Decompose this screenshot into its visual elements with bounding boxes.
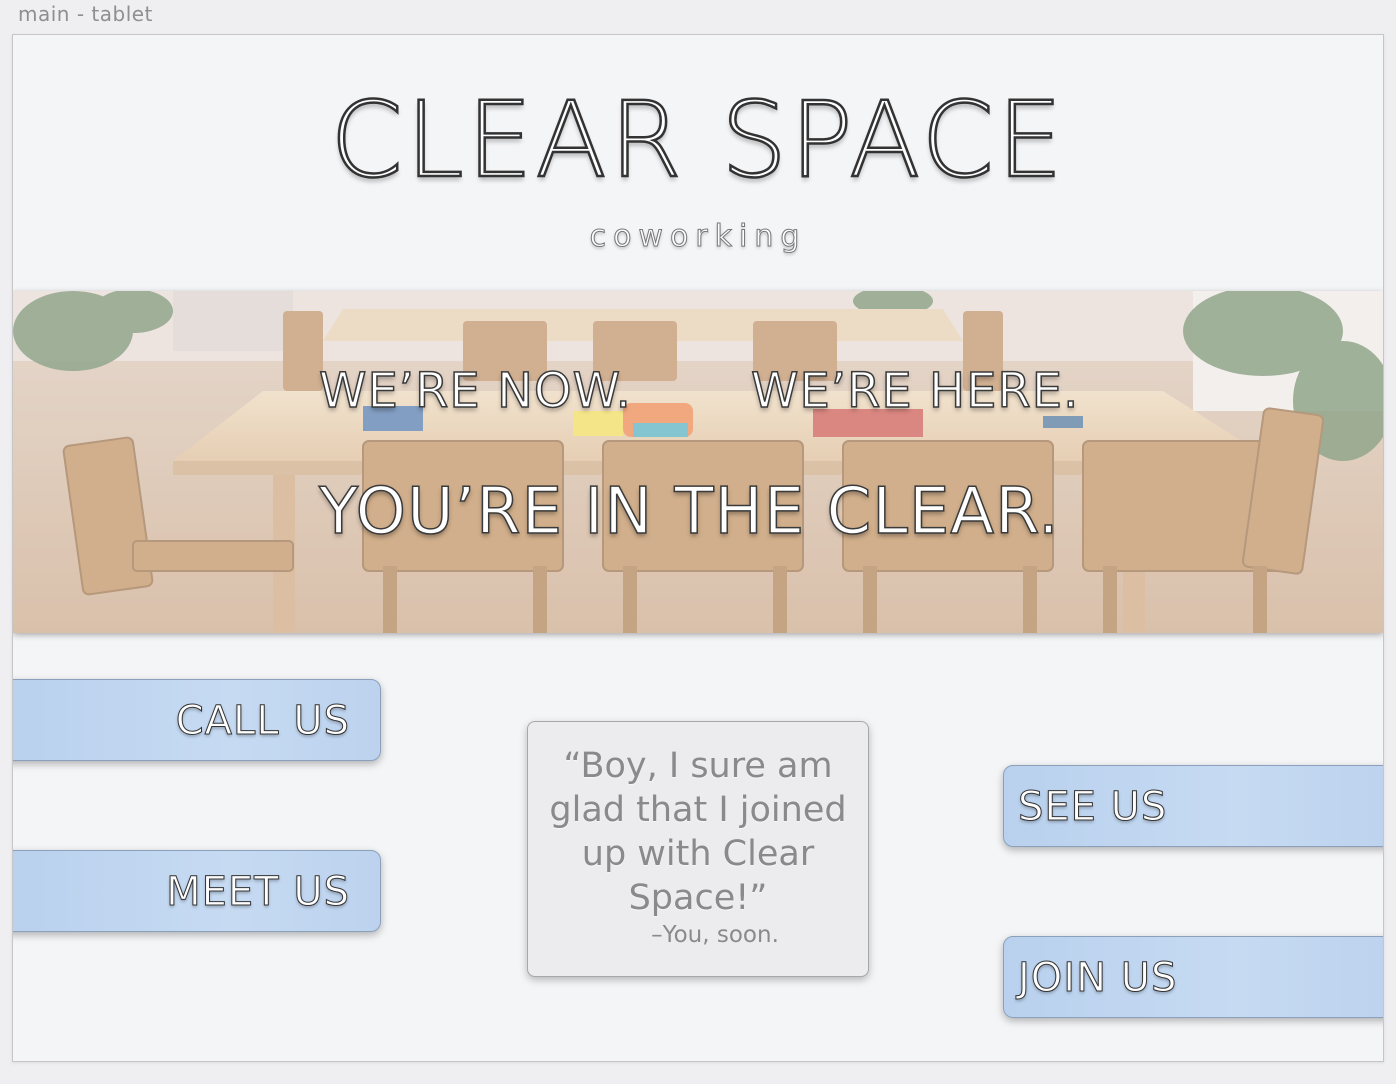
testimonial-quote: “Boy, I sure am glad that I joined up wi…	[549, 746, 847, 918]
hero-coworking-photo	[13, 291, 1383, 633]
hero-headline-1b: WE’RE HERE.	[750, 362, 1080, 420]
testimonial-attribution: –You, soon.	[651, 922, 779, 948]
join-us-button[interactable]: JOIN US	[1003, 936, 1383, 1018]
hero-headline-2: YOU’RE IN THE CLEAR.	[318, 474, 1060, 550]
brand-logo-text: CLEAR SPACE	[329, 79, 1066, 201]
artboard-label: main - tablet	[18, 2, 153, 26]
see-us-button[interactable]: SEE US	[1003, 765, 1383, 847]
meet-us-button[interactable]: MEET US	[13, 850, 381, 932]
tablet-frame: CLEAR SPACE coworking WE’RE NOW. WE’RE H…	[12, 34, 1384, 1062]
hero-headline-1a: WE’RE NOW.	[318, 362, 632, 420]
brand-tagline: coworking	[589, 219, 807, 255]
hero-banner: WE’RE NOW. WE’RE HERE. YOU’RE IN THE CLE…	[13, 291, 1383, 633]
testimonial-card: “Boy, I sure am glad that I joined up wi…	[527, 721, 869, 977]
call-us-button[interactable]: CALL US	[13, 679, 381, 761]
